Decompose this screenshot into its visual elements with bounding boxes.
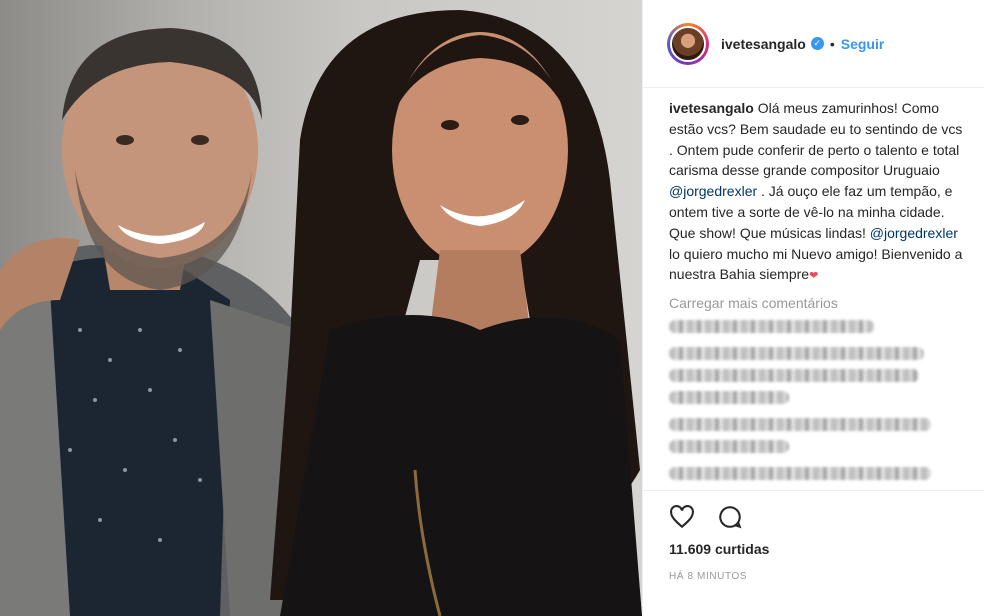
verified-badge-icon: ✓ (810, 37, 824, 50)
post-actions (669, 504, 743, 530)
header-separator: • (829, 35, 835, 52)
heart-emoji-icon: ❤ (809, 270, 819, 283)
heart-outline-icon[interactable] (669, 504, 695, 530)
blurred-comment (669, 440, 789, 454)
load-more-comments-link[interactable]: Carregar mais comentários (643, 287, 984, 311)
post-timestamp[interactable]: HÁ 8 MINUTOS (669, 571, 747, 582)
divider (643, 490, 984, 491)
instagram-post: ivetesangalo ✓ • Seguir ivetesangalo Olá… (0, 0, 984, 616)
post-header: ivetesangalo ✓ • Seguir (643, 0, 984, 88)
comment-list (643, 320, 984, 481)
comment-bubble-icon[interactable] (717, 504, 743, 530)
blurred-comment (669, 467, 931, 481)
blurred-comment (669, 347, 924, 361)
avatar-story-ring[interactable] (667, 22, 709, 65)
blurred-comment (669, 369, 919, 383)
post-photo[interactable] (0, 0, 642, 616)
header-username[interactable]: ivetesangalo (721, 36, 806, 52)
mention-link[interactable]: @jorgedrexler (669, 183, 757, 199)
blurred-comment (669, 418, 931, 432)
like-count[interactable]: 11.609 curtidas (669, 541, 769, 557)
photo-illustration (0, 10, 642, 616)
mention-link[interactable]: @jorgedrexler (870, 225, 958, 241)
post-caption: ivetesangalo Olá meus zamurinhos! Como e… (643, 88, 984, 287)
caption-username[interactable]: ivetesangalo (669, 100, 754, 116)
blurred-comment (669, 391, 789, 405)
post-side-panel: ivetesangalo ✓ • Seguir ivetesangalo Olá… (642, 0, 984, 616)
avatar[interactable] (670, 25, 706, 62)
blurred-comment (669, 320, 874, 334)
follow-button[interactable]: Seguir (841, 36, 885, 52)
